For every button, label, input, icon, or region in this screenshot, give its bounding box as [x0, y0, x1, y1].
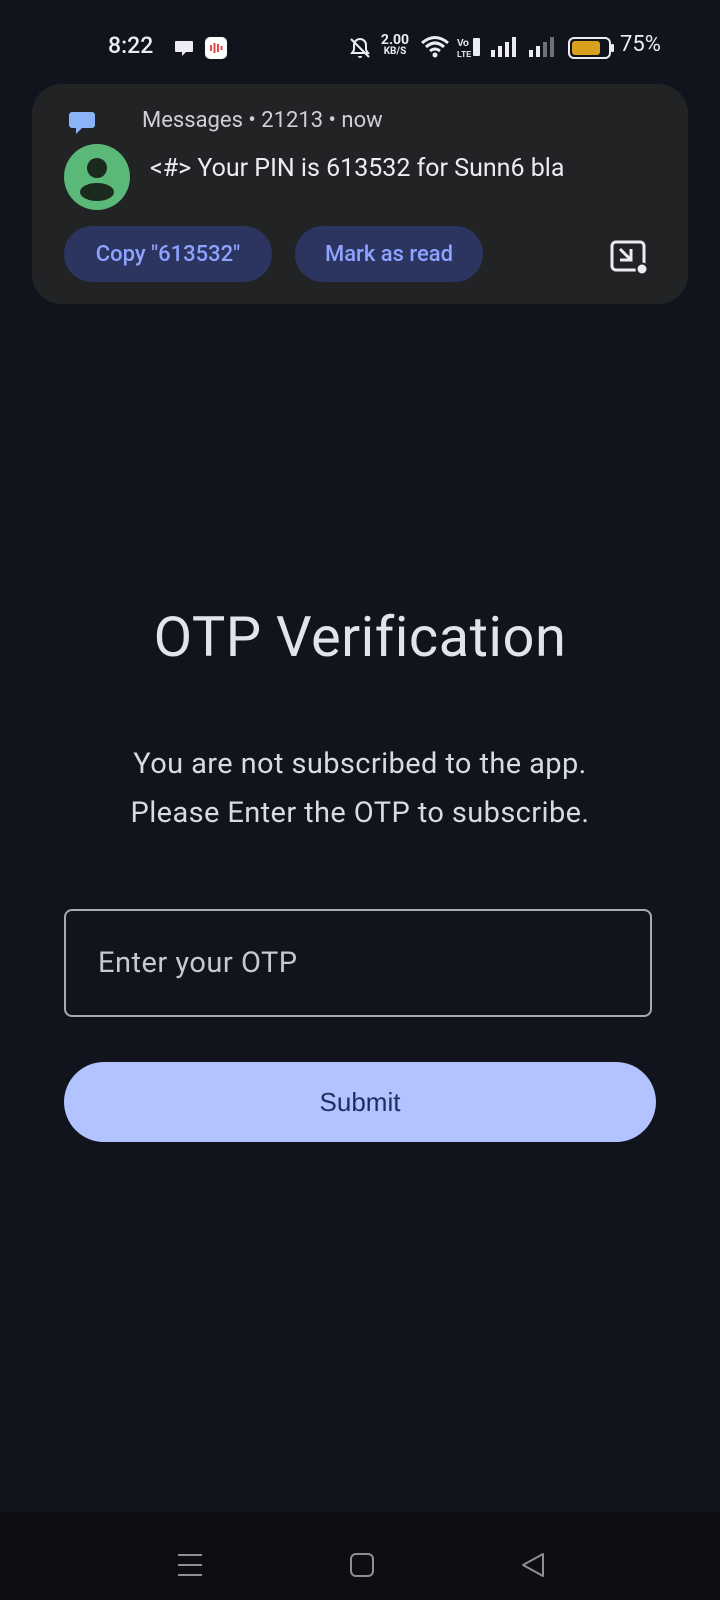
status-time: 8:22 [108, 32, 154, 59]
page-title: OTP Verification [153, 604, 567, 670]
svg-text:LTE: LTE [457, 50, 472, 58]
wifi-icon [420, 34, 450, 64]
battery-percent: 75% [620, 32, 661, 57]
mute-bell-icon [348, 36, 372, 64]
notification-header: Messages • 21213 • now [142, 108, 383, 133]
screen: 8:22 2.00 KB/S Vo LTE 75% Messages • 212… [0, 0, 720, 1600]
messages-app-icon [68, 110, 96, 140]
svg-text:Vo: Vo [457, 38, 469, 49]
chat-bubble-icon [174, 38, 194, 62]
expand-bubble-icon[interactable] [610, 240, 650, 280]
back-icon[interactable] [520, 1552, 546, 1582]
volte-icon: Vo LTE [456, 36, 482, 62]
net-speed-value: 2.00 [380, 32, 410, 48]
contact-avatar [64, 144, 130, 210]
subtitle-line-1: You are not subscribed to the app. [133, 747, 587, 781]
notification-body: <#> Your PIN is 613532 for Sunn6 bla [150, 154, 565, 183]
mark-as-read-button[interactable]: Mark as read [295, 226, 483, 282]
page-subtitle: You are not subscribed to the app. Pleas… [0, 740, 720, 838]
signal-icon-1 [490, 36, 518, 62]
submit-button[interactable]: Submit [64, 1062, 656, 1142]
person-icon [80, 158, 114, 201]
otp-input[interactable] [64, 909, 652, 1017]
navigation-bar [0, 1512, 720, 1600]
sms-notification[interactable]: Messages • 21213 • now <#> Your PIN is 6… [32, 84, 688, 304]
signal-icon-2 [528, 36, 556, 62]
net-speed: 2.00 KB/S [377, 32, 413, 58]
copy-otp-button[interactable]: Copy "613532" [64, 226, 272, 282]
recorder-app-icon [204, 36, 228, 64]
subtitle-line-2: Please Enter the OTP to subscribe. [130, 796, 590, 830]
battery-icon [568, 37, 616, 63]
status-bar: 8:22 2.00 KB/S Vo LTE 75% [0, 0, 720, 92]
home-icon[interactable] [349, 1552, 375, 1582]
menu-icon[interactable] [176, 1552, 204, 1582]
